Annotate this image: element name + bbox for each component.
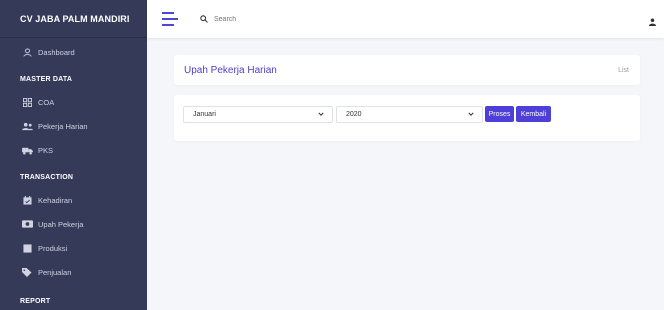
sidebar-item-upah-pekerja[interactable]: Upah Pekerja (0, 212, 147, 236)
sidebar-item-label: Penjualan (38, 267, 72, 277)
section-master-data: MASTER DATA (20, 75, 73, 83)
menu-toggle-button[interactable] (162, 12, 180, 26)
sidebar-item-pks[interactable]: PKS (0, 138, 147, 162)
chevron-down-icon (318, 111, 324, 119)
sidebar-item-dashboard[interactable]: Dashboard (0, 40, 147, 64)
sidebar-item-label: COA (38, 97, 55, 107)
sidebar-item-penjualan[interactable]: Penjualan (0, 260, 147, 284)
page-title: Upah Pekerja Harian (184, 64, 277, 76)
calendar-check-icon (20, 195, 34, 205)
sidebar-item-kehadiran[interactable]: Kehadiran (0, 188, 147, 212)
breadcrumb: List (618, 66, 629, 74)
month-select-value: Januari (193, 111, 216, 118)
users-cog-icon (20, 122, 34, 131)
user-icon[interactable] (649, 13, 656, 31)
sidebar-item-pekerja-harian[interactable]: Pekerja Harian (0, 114, 147, 138)
user-outline-icon (20, 47, 34, 57)
search-input[interactable] (214, 15, 334, 23)
grid-icon (20, 97, 34, 107)
sidebar-item-coa[interactable]: COA (0, 90, 147, 114)
truck-icon (20, 146, 34, 155)
section-report: REPORT (20, 297, 51, 305)
sidebar-item-label: Upah Pekerja (38, 219, 84, 229)
topbar (147, 0, 664, 38)
sidebar-item-label: Kehadiran (38, 195, 73, 205)
search-box[interactable] (200, 10, 334, 28)
year-select[interactable]: 2020 (336, 106, 483, 123)
search-icon (200, 10, 208, 28)
year-select-value: 2020 (346, 111, 362, 118)
box-icon (20, 243, 34, 253)
sidebar-item-produksi[interactable]: Produksi (0, 236, 147, 260)
sidebar-item-label: PKS (38, 145, 54, 155)
month-select[interactable]: Januari (183, 106, 333, 123)
process-button[interactable]: Proses (485, 106, 514, 122)
sidebar-item-label: Pekerja Harian (38, 121, 88, 131)
filter-form-card: Januari 2020 Proses Kembali (174, 95, 640, 141)
page-header-card: Upah Pekerja Harian List (174, 55, 640, 85)
sidebar-item-label: Dashboard (38, 47, 75, 57)
back-button[interactable]: Kembali (516, 106, 551, 122)
money-bill-icon (20, 220, 34, 228)
section-transaction: TRANSACTION (20, 173, 74, 181)
sidebar-item-label: Produksi (38, 243, 68, 253)
sidebar: CV JABA PALM MANDIRI Dashboard MASTER DA… (0, 0, 147, 310)
tag-icon (20, 267, 34, 277)
chevron-down-icon (468, 111, 474, 119)
brand-title[interactable]: CV JABA PALM MANDIRI (0, 0, 147, 38)
